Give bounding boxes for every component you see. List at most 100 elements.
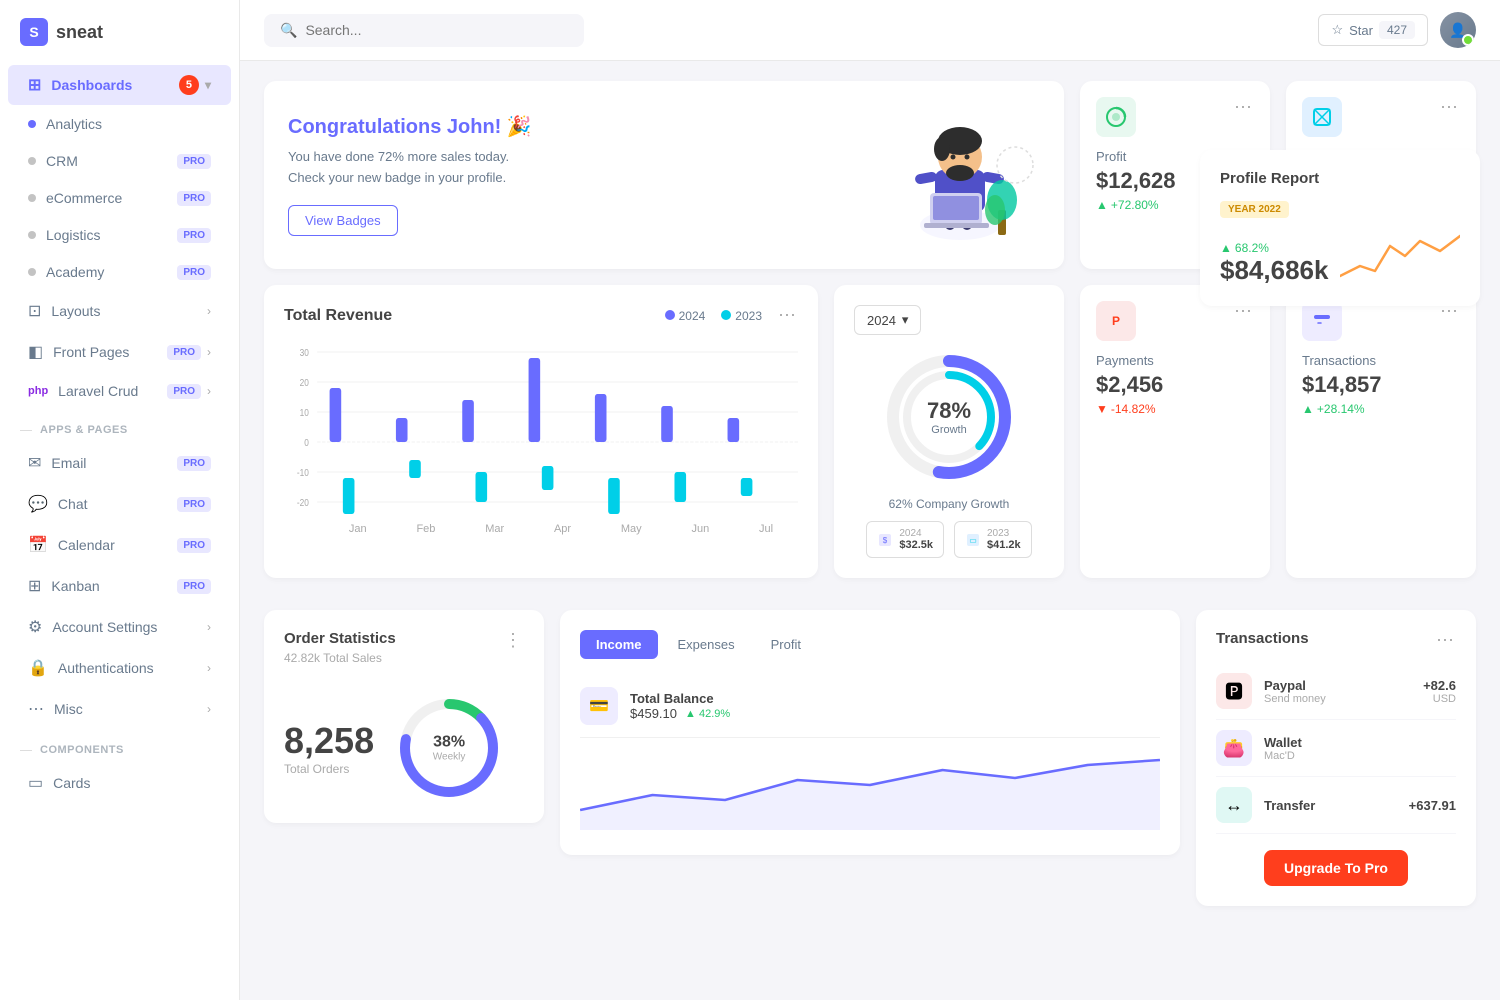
tx-amount: +82.6 — [1423, 678, 1456, 693]
growth-donut: 78% Growth — [879, 347, 1019, 487]
bar-chart: 30 20 10 0 -10 -20 — [284, 342, 798, 542]
sidebar-item-calendar[interactable]: 📅 Calendar PRO — [8, 525, 231, 565]
sidebar: S sneat ⊞ Dashboards 5 ▾ Analytics CRM P… — [0, 0, 240, 1000]
profile-report-card: Profile Report YEAR 2022 ▲ 68.2% $84,686… — [1200, 150, 1480, 306]
balance-change: ▲ 42.9% — [685, 708, 730, 720]
order-stats-title: Order Statistics — [284, 630, 396, 647]
sidebar-item-front-pages[interactable]: ◧ Front Pages PRO › — [8, 332, 231, 372]
tab-profit[interactable]: Profit — [755, 630, 817, 659]
grid-icon: ⊞ — [28, 75, 41, 95]
sidebar-item-analytics[interactable]: Analytics — [8, 106, 231, 142]
profile-report-overlay: Profile Report YEAR 2022 ▲ 68.2% $84,686… — [1200, 150, 1480, 306]
chevron-icon: ▾ — [205, 78, 211, 92]
stat-menu-icon[interactable]: ⋯ — [1440, 97, 1460, 118]
view-badges-button[interactable]: View Badges — [288, 205, 398, 236]
pro-badge: PRO — [177, 191, 211, 206]
search-box[interactable]: 🔍 — [264, 14, 584, 47]
card-icon: ▭ — [28, 773, 43, 793]
pro-badge: PRO — [167, 384, 201, 399]
transaction-row: 👛 Wallet Mac'D — [1216, 720, 1456, 777]
transaction-row: ↔ Transfer +637.91 — [1216, 777, 1456, 834]
star-count: 427 — [1379, 21, 1415, 39]
avatar-image: 👤 — [1440, 12, 1476, 48]
sidebar-item-laravel-crud[interactable]: php Laravel Crud PRO › — [8, 373, 231, 409]
upgrade-button[interactable]: Upgrade To Pro — [1264, 850, 1408, 886]
congrats-card: Congratulations John! 🎉 You have done 72… — [264, 81, 1064, 269]
stat-label: Payments — [1096, 353, 1254, 368]
total-orders-label: Total Orders — [284, 762, 374, 776]
chart-legend: 2024 2023 ⋯ — [665, 305, 798, 326]
svg-text:P: P — [1112, 314, 1120, 328]
chevron-icon: › — [207, 620, 211, 634]
dot-icon — [28, 194, 36, 202]
sidebar-item-crm[interactable]: CRM PRO — [8, 143, 231, 179]
paypal-icon: 🅿 — [1216, 673, 1252, 709]
tab-expenses[interactable]: Expenses — [662, 630, 751, 659]
tab-income[interactable]: Income — [580, 630, 658, 659]
order-donut: 38% Weekly — [394, 693, 504, 803]
svg-text:▭: ▭ — [969, 536, 977, 545]
chevron-icon: › — [207, 702, 211, 716]
kanban-icon: ⊞ — [28, 576, 41, 596]
year-select[interactable]: 2024 ▾ — [854, 305, 921, 335]
x-axis-labels: Jan Feb Mar Apr May Jun Jul — [284, 523, 798, 535]
donut-label: 78% Growth — [927, 398, 971, 436]
arrow-up-icon: ▲ — [1096, 198, 1108, 212]
sidebar-item-layouts[interactable]: ⊡ Layouts › — [8, 291, 231, 331]
layout-icon: ⊡ — [28, 301, 41, 321]
stat-card-payments: P ⋯ Payments $2,456 ▼ -14.82% — [1080, 285, 1270, 578]
chat-icon: 💬 — [28, 494, 48, 514]
star-icon: ☆ — [1331, 22, 1343, 38]
pro-badge: PRO — [177, 497, 211, 512]
dot-icon — [28, 268, 36, 276]
avatar[interactable]: 👤 — [1440, 12, 1476, 48]
sidebar-item-ecommerce[interactable]: eCommerce PRO — [8, 180, 231, 216]
congrats-content: Congratulations John! 🎉 You have done 72… — [288, 114, 532, 236]
profile-report-title: Profile Report — [1220, 170, 1319, 187]
section-apps-pages: APPS & PAGES — [0, 410, 239, 442]
sidebar-item-kanban[interactable]: ⊞ Kanban PRO — [8, 566, 231, 606]
income-chart — [580, 750, 1160, 835]
profile-sparkline — [1340, 226, 1460, 286]
sidebar-logo: S sneat — [0, 0, 239, 64]
sidebar-item-email[interactable]: ✉ Email PRO — [8, 443, 231, 483]
sidebar-item-authentications[interactable]: 🔒 Authentications › — [8, 648, 231, 688]
revenue-svg: 30 20 10 0 -10 -20 — [284, 342, 798, 522]
search-input[interactable] — [305, 22, 568, 38]
order-menu-icon[interactable]: ⋮ — [504, 630, 524, 651]
svg-text:30: 30 — [300, 347, 309, 358]
tx-sub: Send money — [1264, 693, 1411, 705]
transaction-row: 🅿 Paypal Send money +82.6 USD — [1216, 663, 1456, 720]
transactions-menu[interactable]: ⋯ — [1436, 630, 1456, 651]
svg-text:$: $ — [883, 536, 888, 545]
pro-badge: PRO — [177, 154, 211, 169]
sidebar-item-cards[interactable]: ▭ Cards — [8, 763, 231, 803]
profile-report-body: ▲ 68.2% $84,686k — [1220, 226, 1460, 286]
sidebar-item-academy[interactable]: Academy PRO — [8, 254, 231, 290]
tx-name: Transfer — [1264, 798, 1397, 813]
sidebar-item-logistics[interactable]: Logistics PRO — [8, 217, 231, 253]
sidebar-item-account-settings[interactable]: ⚙ Account Settings › — [8, 607, 231, 647]
logo-icon: S — [20, 18, 48, 46]
sidebar-item-misc[interactable]: ⋯ Misc › — [8, 689, 231, 729]
growth-stat-2023: ▭ 2023 $41.2k — [954, 521, 1032, 558]
growth-footer: 62% Company Growth — [854, 497, 1044, 511]
stat-menu-icon[interactable]: ⋯ — [1234, 97, 1254, 118]
growth-stats: $ 2024 $32.5k ▭ 2023 $41.2k — [854, 521, 1044, 558]
pro-badge: PRO — [177, 265, 211, 280]
svg-text:0: 0 — [304, 437, 309, 448]
tx-name: Wallet — [1264, 735, 1444, 750]
wallet-icon: 👛 — [1216, 730, 1252, 766]
donut-container: 78% Growth — [854, 347, 1044, 487]
stat-change: ▼ -14.82% — [1096, 402, 1254, 416]
star-button[interactable]: ☆ Star 427 — [1318, 14, 1428, 46]
revenue-menu[interactable]: ⋯ — [778, 305, 798, 326]
balance-row: 💳 Total Balance $459.10 ▲ 42.9% — [580, 675, 1160, 738]
sidebar-item-chat[interactable]: 💬 Chat PRO — [8, 484, 231, 524]
income-tabs: Income Expenses Profit — [580, 630, 1160, 659]
dashboards-badge: 5 — [179, 75, 199, 95]
tx-sub: Mac'D — [1264, 750, 1444, 762]
sidebar-item-dashboards[interactable]: ⊞ Dashboards 5 ▾ — [8, 65, 231, 105]
dot-icon — [28, 120, 36, 128]
balance-amount: $459.10 — [630, 706, 677, 721]
